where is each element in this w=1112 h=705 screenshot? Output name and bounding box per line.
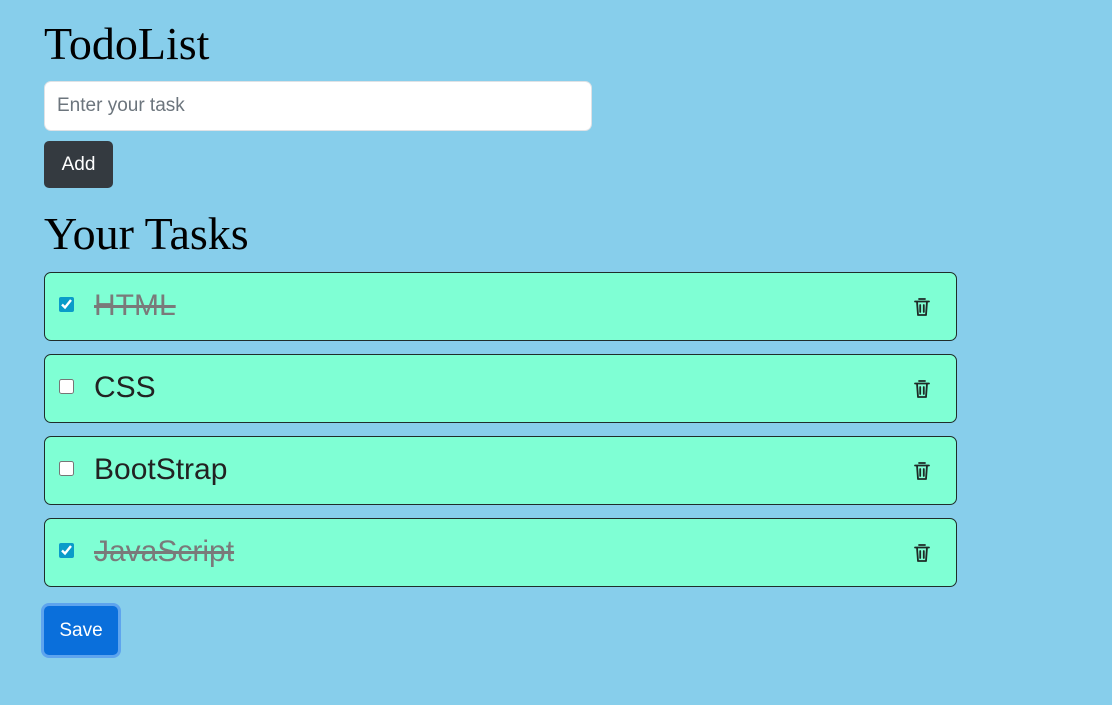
trash-icon xyxy=(914,462,930,480)
task-text: HTML xyxy=(94,289,176,322)
task-checkbox[interactable] xyxy=(59,297,74,312)
task-item: HTML xyxy=(44,272,957,341)
delete-button[interactable] xyxy=(910,295,934,319)
delete-button[interactable] xyxy=(910,459,934,483)
trash-icon xyxy=(914,544,930,562)
task-text: BootStrap xyxy=(94,453,228,486)
trash-icon xyxy=(914,298,930,316)
task-checkbox[interactable] xyxy=(59,543,74,558)
task-text: JavaScript xyxy=(94,535,235,568)
add-button[interactable]: Add xyxy=(44,141,113,188)
task-checkbox[interactable] xyxy=(59,379,74,394)
task-item: BootStrap xyxy=(44,436,957,505)
delete-button[interactable] xyxy=(910,377,934,401)
app-title: TodoList xyxy=(44,18,210,69)
task-item: JavaScript xyxy=(44,518,957,587)
trash-icon xyxy=(914,380,930,398)
section-title: Your Tasks xyxy=(44,208,249,259)
task-checkbox[interactable] xyxy=(59,461,74,476)
task-item: CSS xyxy=(44,354,957,423)
task-list: HTML CSS BootStrap JavaScript xyxy=(44,272,957,600)
task-input[interactable] xyxy=(44,81,592,131)
task-text: CSS xyxy=(94,371,156,404)
delete-button[interactable] xyxy=(910,541,934,565)
save-button[interactable]: Save xyxy=(44,606,118,655)
